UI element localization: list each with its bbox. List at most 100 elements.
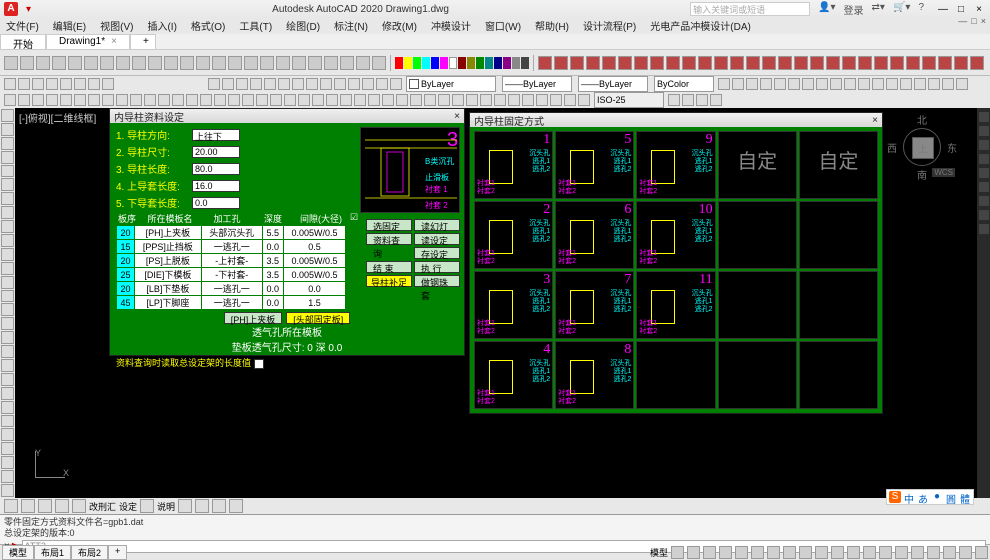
tool-icon[interactable] <box>760 78 772 90</box>
tab-layout1[interactable]: 布局1 <box>34 545 71 560</box>
execute-button[interactable]: 执 行 <box>414 261 460 273</box>
tool-icon[interactable] <box>164 56 178 70</box>
tool-icon[interactable] <box>4 78 16 90</box>
read-length-checkbox[interactable] <box>254 359 264 369</box>
tool-icon[interactable] <box>586 56 600 70</box>
menu-help[interactable]: 帮助(H) <box>535 18 569 34</box>
minimize-button[interactable]: — <box>936 4 950 15</box>
tab-model[interactable]: 模型 <box>2 545 34 560</box>
tool-icon[interactable] <box>178 499 192 513</box>
status-icon[interactable] <box>975 546 988 559</box>
tool-icon[interactable] <box>244 56 258 70</box>
length-input[interactable]: 80.0 <box>192 163 240 175</box>
status-icon[interactable] <box>671 546 684 559</box>
tool-icon[interactable] <box>874 56 888 70</box>
status-icon[interactable] <box>719 546 732 559</box>
menu-process[interactable]: 设计流程(P) <box>583 18 636 34</box>
fix-method-cell[interactable]: 2沉头孔逃孔1逃孔2衬套1衬套2 <box>474 201 553 269</box>
app-logo[interactable]: A <box>4 2 18 16</box>
fix-method-cell[interactable] <box>718 201 797 269</box>
doc-min[interactable]: — <box>958 16 967 26</box>
tool-icon[interactable] <box>794 56 808 70</box>
fix-method-cell[interactable]: 1沉头孔逃孔1逃孔2衬套1衬套2 <box>474 131 553 199</box>
tool-icon[interactable] <box>46 94 58 106</box>
draw-tool-icon[interactable] <box>1 165 14 178</box>
tool-icon[interactable] <box>228 56 242 70</box>
tool-icon[interactable] <box>229 499 243 513</box>
dialog1-close[interactable]: × <box>454 111 460 122</box>
save-setting-button[interactable]: 存设定值 <box>414 247 460 259</box>
tool-icon[interactable] <box>74 78 86 90</box>
tool-icon[interactable] <box>778 56 792 70</box>
lower-sleeve-input[interactable]: 0.0 <box>192 197 240 209</box>
tool-icon[interactable] <box>494 94 506 106</box>
tab-start[interactable]: 开始 <box>0 34 46 49</box>
doc-close[interactable]: × <box>981 16 986 26</box>
direction-input[interactable]: 上往下 <box>192 129 240 141</box>
tool-icon[interactable] <box>4 499 18 513</box>
tool-icon[interactable] <box>320 78 332 90</box>
tool-icon[interactable] <box>270 94 282 106</box>
tool-icon[interactable] <box>186 94 198 106</box>
tool-icon[interactable] <box>730 56 744 70</box>
menu-insert[interactable]: 插入(I) <box>147 18 176 34</box>
status-model-label[interactable]: 模型 <box>650 546 668 559</box>
tool-icon[interactable] <box>382 94 394 106</box>
read-setting-button[interactable]: 读设定值 <box>414 233 460 245</box>
tool-icon[interactable] <box>200 94 212 106</box>
tool-icon[interactable] <box>334 78 346 90</box>
tool-icon[interactable] <box>256 94 268 106</box>
nav-tool-icon[interactable] <box>979 112 989 122</box>
draw-tool-icon[interactable] <box>1 109 14 122</box>
tool-icon[interactable] <box>356 56 370 70</box>
tool-icon[interactable] <box>52 56 66 70</box>
tool-icon[interactable] <box>116 94 128 106</box>
fix-method-cell[interactable]: 自定 <box>718 131 797 199</box>
tool-icon[interactable] <box>886 78 898 90</box>
help-icon[interactable]: ? <box>918 2 924 17</box>
user-icon[interactable]: 👤▾ <box>818 2 835 17</box>
tab-add[interactable]: + <box>108 545 127 560</box>
tool-icon[interactable] <box>424 94 436 106</box>
ime-logo-icon[interactable]: S <box>889 491 901 503</box>
tool-icon[interactable] <box>20 56 34 70</box>
tool-icon[interactable] <box>196 56 210 70</box>
read-slide-button[interactable]: 读幻灯片 <box>414 219 460 231</box>
tool-icon[interactable] <box>284 94 296 106</box>
draw-tool-icon[interactable] <box>1 415 14 428</box>
draw-tool-icon[interactable] <box>1 303 14 316</box>
fix-method-cell[interactable]: 7沉头孔逃孔1逃孔2衬套1衬套2 <box>555 271 634 339</box>
tool-icon[interactable] <box>890 56 904 70</box>
draw-tool-icon[interactable] <box>1 276 14 289</box>
tool-icon[interactable] <box>466 94 478 106</box>
tool-icon[interactable] <box>668 94 680 106</box>
head-fix-button[interactable]: [头部固定板] <box>286 312 350 324</box>
tool-icon[interactable] <box>102 94 114 106</box>
status-icon[interactable] <box>847 546 860 559</box>
tool-icon[interactable] <box>148 56 162 70</box>
bottom-label-2[interactable]: 设定 <box>119 500 137 513</box>
tool-icon[interactable] <box>250 78 262 90</box>
tool-icon[interactable] <box>84 56 98 70</box>
nav-tool-icon[interactable] <box>979 196 989 206</box>
status-icon[interactable] <box>927 546 940 559</box>
cart-icon[interactable]: 🛒▾ <box>893 2 910 17</box>
nav-tool-icon[interactable] <box>979 210 989 220</box>
tool-icon[interactable] <box>938 56 952 70</box>
tool-icon[interactable] <box>60 94 72 106</box>
tool-icon[interactable] <box>536 94 548 106</box>
tool-icon[interactable] <box>242 94 254 106</box>
tool-icon[interactable] <box>830 78 842 90</box>
bottom-label-3[interactable]: 说明 <box>157 500 175 513</box>
tool-icon[interactable] <box>72 499 86 513</box>
nav-tool-icon[interactable] <box>979 224 989 234</box>
tool-icon[interactable] <box>842 56 856 70</box>
status-icon[interactable] <box>799 546 812 559</box>
ph-plate-button[interactable]: [PH]上夹板 <box>224 312 283 324</box>
ball-sleeve-button[interactable]: 做钢珠套 <box>414 275 460 287</box>
tool-icon[interactable] <box>682 56 696 70</box>
draw-tool-icon[interactable] <box>1 192 14 205</box>
tool-icon[interactable] <box>538 56 552 70</box>
tool-icon[interactable] <box>762 56 776 70</box>
tab-layout2[interactable]: 布局2 <box>71 545 108 560</box>
